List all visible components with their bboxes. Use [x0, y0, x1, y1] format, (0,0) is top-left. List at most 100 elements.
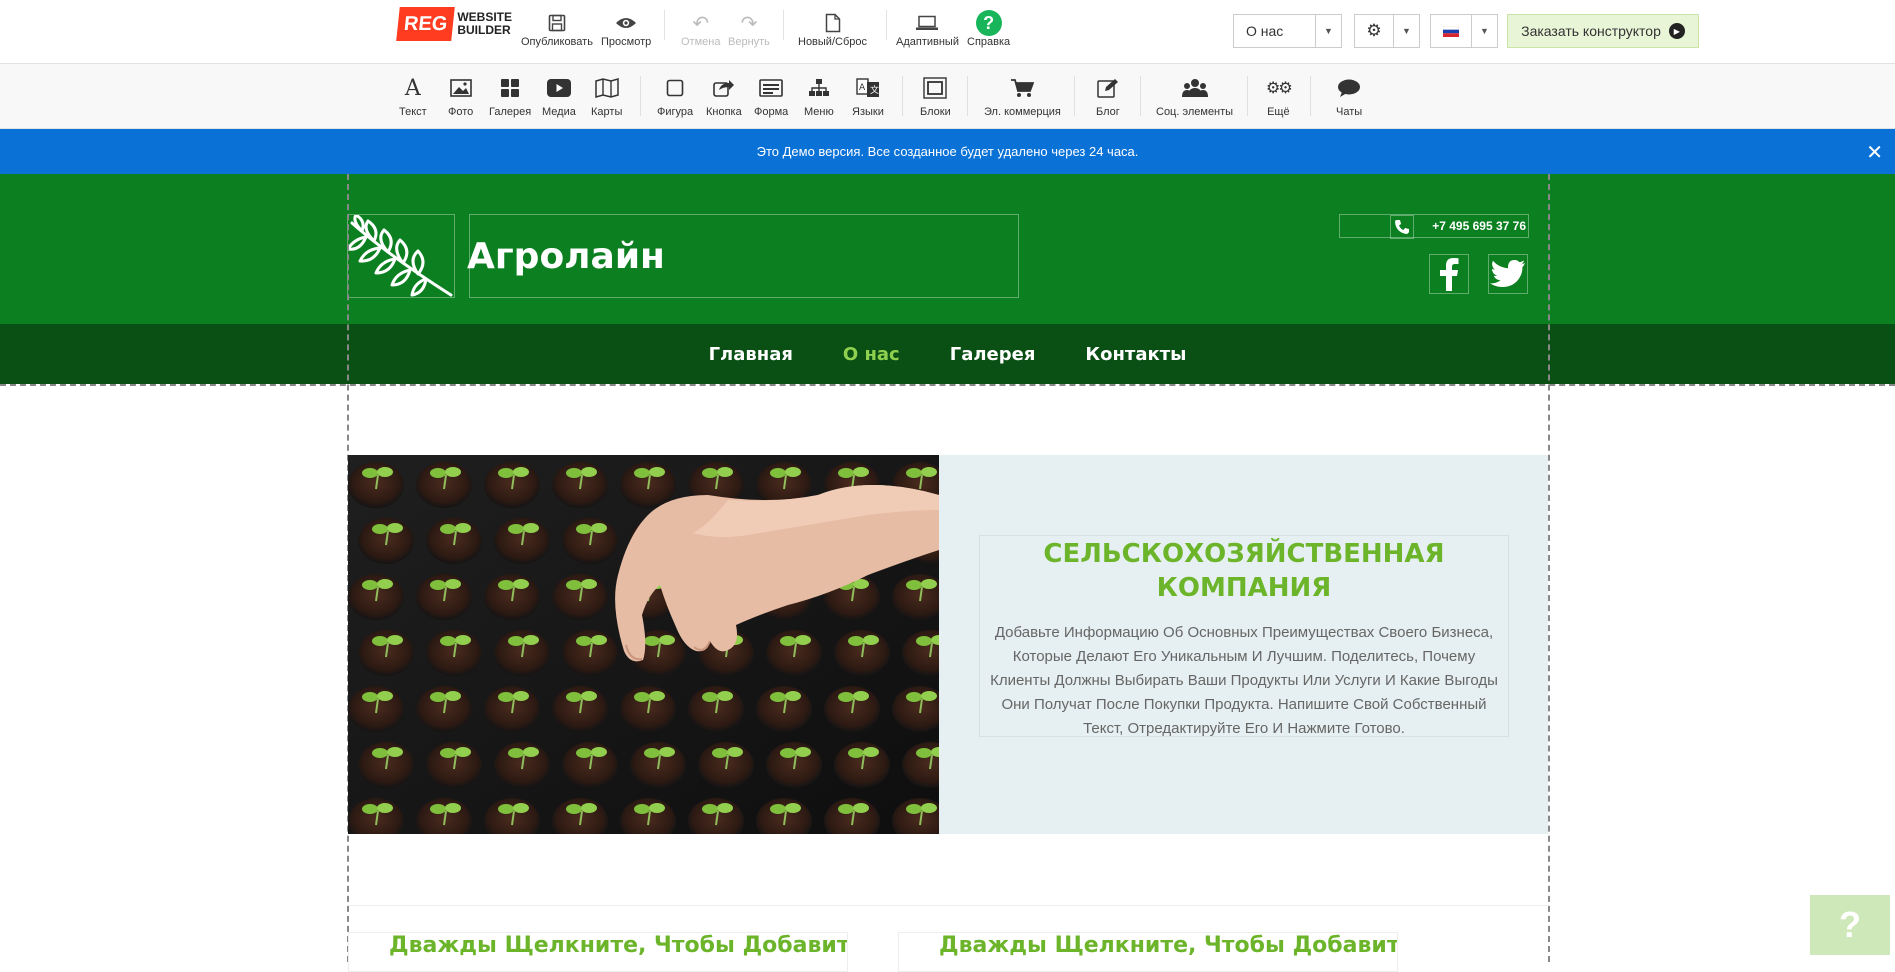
help-fab-question-icon[interactable]: ?: [1810, 895, 1890, 955]
play-icon: ▶: [1668, 23, 1685, 39]
redo-icon: ↷: [740, 12, 758, 35]
shape-icon: [666, 76, 684, 100]
topbar-separator: [886, 10, 887, 40]
blocks-icon: [923, 76, 948, 100]
svg-text:文: 文: [870, 84, 879, 96]
layout-guide-header-bottom: [0, 384, 1895, 386]
nav-item-about[interactable]: О нас: [843, 344, 900, 365]
phone-block[interactable]: +7 495 695 37 76: [1339, 214, 1529, 239]
site-title-box[interactable]: Агролайн: [467, 214, 1019, 298]
toolbar-item-blog[interactable]: Блог: [1096, 76, 1120, 118]
undo-button[interactable]: ↶ Отмена: [681, 10, 721, 49]
media-icon: [546, 76, 571, 100]
new-page-icon: [825, 10, 841, 36]
toolbar-item-shape[interactable]: Фигура: [657, 76, 693, 118]
toolbar-item-label: Чаты: [1336, 106, 1363, 118]
layout-guide-right: [1548, 174, 1550, 962]
toolbar-item-label: Кнопка: [706, 106, 742, 118]
toolbar-item-text[interactable]: A Текст: [399, 76, 427, 119]
demo-banner: Это Демо версия. Все созданное будет уда…: [0, 129, 1895, 174]
russia-flag-icon: [1431, 25, 1471, 37]
phone-number: +7 495 695 37 76: [1432, 219, 1526, 233]
toolbar-separator: [1140, 76, 1141, 116]
toolbar-item-gallery[interactable]: Галерея: [489, 76, 531, 118]
menu-icon: [808, 76, 830, 100]
hero-photo[interactable]: [348, 455, 939, 834]
site-navigation: Главная О нас Галерея Контакты: [0, 324, 1895, 384]
toolbar-item-label: Галерея: [489, 106, 532, 118]
about-heading: СЕЛЬСКОХОЗЯЙСТВЕННАЯ КОМПАНИЯ: [1043, 539, 1445, 603]
close-icon[interactable]: ✕: [1866, 140, 1883, 165]
facebook-icon[interactable]: [1429, 254, 1469, 294]
teaser-heading-right[interactable]: Дважды Щелкните, Чтобы Добавить Свой: [898, 932, 1398, 972]
new-reset-label: Новый/Сброс: [798, 36, 867, 48]
nav-item-home[interactable]: Главная: [709, 344, 793, 365]
language-dropdown[interactable]: ▼: [1430, 14, 1498, 48]
undo-label: Отмена: [681, 36, 721, 48]
toolbar-separator: [902, 76, 903, 116]
logo-line-2: BUILDER: [457, 23, 511, 37]
preview-label: Просмотр: [601, 36, 652, 48]
section-divider: [348, 905, 1548, 906]
toolbar-item-media[interactable]: Медиа: [542, 76, 576, 118]
redo-label: Вернуть: [728, 36, 770, 48]
adaptive-label: Адаптивный: [896, 36, 959, 48]
nav-item-contacts[interactable]: Контакты: [1085, 344, 1186, 365]
toolbar-separator: [640, 76, 641, 116]
toolbar-item-more[interactable]: ⚙⚙ Ещё: [1266, 76, 1293, 118]
topbar-separator: [783, 10, 784, 40]
toolbar-item-label: Фигура: [657, 106, 694, 118]
teaser-heading-left[interactable]: Дважды Щелкните, Чтобы Добавить Свой: [348, 932, 848, 972]
languages-icon: A文: [856, 76, 880, 100]
toolbar-item-label: Медиа: [542, 106, 576, 118]
help-button[interactable]: ? Справка: [967, 10, 1010, 48]
toolbar-separator: [1310, 76, 1311, 116]
publish-label: Опубликовать: [521, 36, 593, 48]
toolbar-item-button[interactable]: Кнопка: [706, 76, 742, 118]
topbar-separator: [664, 10, 665, 40]
reg-logo[interactable]: REG WEBSITE BUILDER: [396, 7, 512, 41]
twitter-icon[interactable]: [1488, 254, 1528, 294]
publish-button[interactable]: Опубликовать: [521, 10, 593, 48]
chevron-down-icon: ▼: [1315, 15, 1341, 47]
toolbar-item-label: Фото: [448, 106, 474, 118]
toolbar-item-form[interactable]: Форма: [754, 76, 788, 118]
eye-icon: [615, 10, 637, 36]
order-builder-button[interactable]: Заказать конструктор ▶: [1507, 14, 1699, 48]
chevron-down-icon: ▼: [1393, 15, 1419, 47]
toolbar-item-label: Эл. коммерция: [984, 106, 1061, 118]
toolbar-item-languages[interactable]: A文 Языки: [852, 76, 884, 118]
more-icon: ⚙⚙: [1266, 80, 1293, 97]
toolbar-item-blocks[interactable]: Блоки: [920, 76, 951, 118]
page-select[interactable]: О нас ▼: [1233, 14, 1342, 48]
nav-item-gallery[interactable]: Галерея: [950, 344, 1036, 365]
toolbar-item-menu[interactable]: Меню: [804, 76, 834, 118]
new-reset-button[interactable]: Новый/Сброс: [798, 10, 867, 48]
photo-icon: [449, 76, 472, 100]
adaptive-button[interactable]: Адаптивный: [896, 10, 959, 48]
toolbar-item-ecommerce[interactable]: Эл. коммерция: [984, 76, 1061, 118]
toolbar-item-label: Соц. элементы: [1156, 106, 1234, 118]
redo-button[interactable]: ↷ Вернуть: [728, 10, 770, 49]
toolbar-item-label: Языки: [852, 106, 884, 118]
site-logo[interactable]: [346, 213, 455, 298]
gallery-icon: [500, 76, 520, 100]
wheat-leaf-icon: [346, 213, 453, 297]
editor-topbar: REG WEBSITE BUILDER Опубликовать Просмот…: [0, 0, 1895, 64]
about-text-block[interactable]: СЕЛЬСКОХОЗЯЙСТВЕННАЯ КОМПАНИЯ Добавьте И…: [979, 535, 1509, 737]
settings-dropdown[interactable]: ⚙ ▼: [1354, 14, 1420, 48]
save-icon: [548, 10, 566, 36]
toolbar-item-photo[interactable]: Фото: [448, 76, 473, 118]
svg-text:A: A: [859, 83, 866, 93]
toolbar-item-label: Карты: [591, 106, 623, 118]
toolbar-item-maps[interactable]: Карты: [591, 76, 622, 118]
cart-icon: [1010, 76, 1035, 100]
toolbar-item-social[interactable]: Соц. элементы: [1156, 76, 1233, 118]
phone-icon: [1390, 215, 1414, 239]
laptop-icon: [915, 10, 939, 36]
site-title: Агролайн: [467, 235, 665, 277]
help-label: Справка: [967, 36, 1011, 48]
toolbar-item-label: Форма: [754, 106, 789, 118]
preview-button[interactable]: Просмотр: [601, 10, 651, 48]
toolbar-item-chats[interactable]: Чаты: [1336, 76, 1362, 118]
